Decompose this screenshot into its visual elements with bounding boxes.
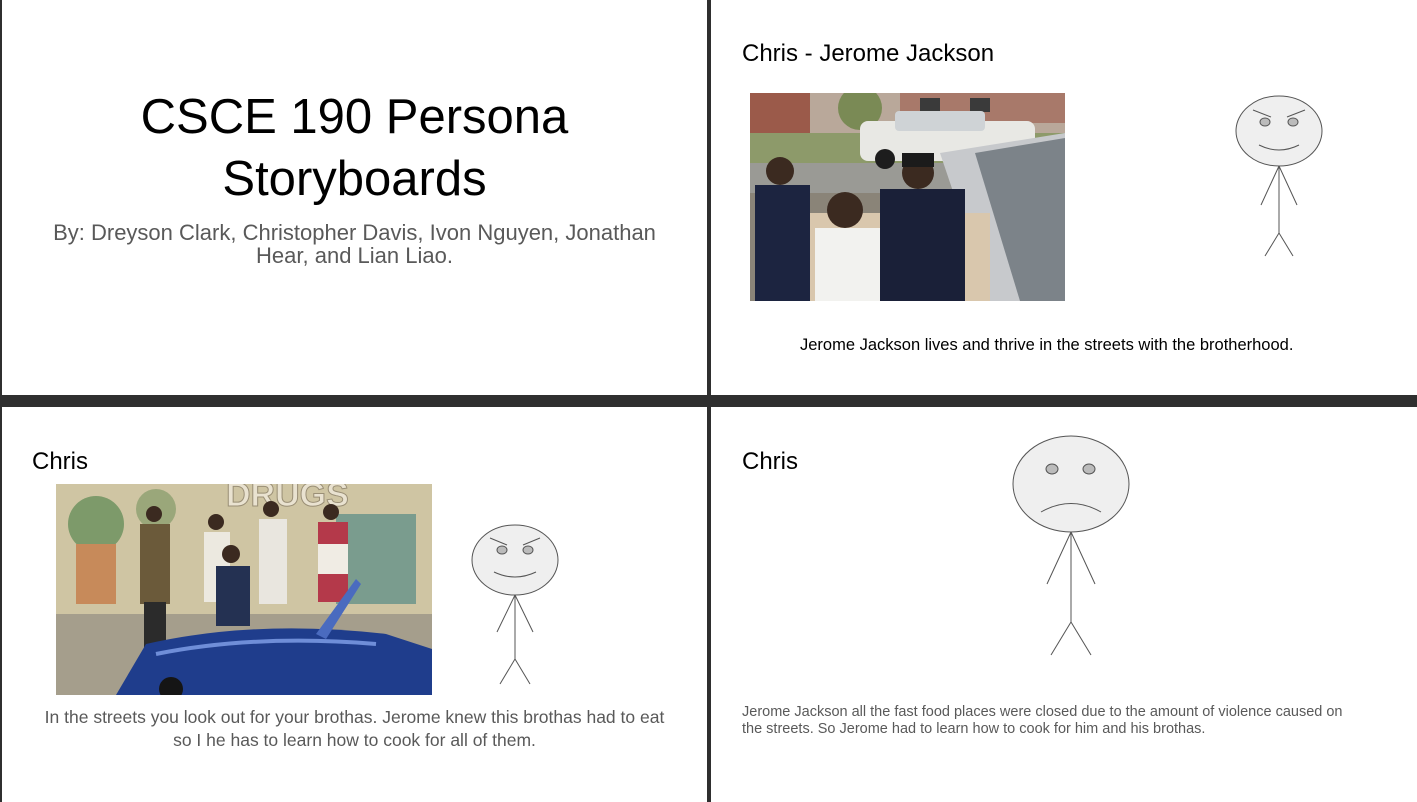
mural-group-photo: DRUGS (56, 484, 432, 695)
slide-heading: Chris (742, 448, 799, 475)
slide-jerome-intro[interactable]: Chris - Jerome Jackson Jerome Jackson li… (711, 0, 1417, 395)
slide-cooking[interactable]: Chris Jerome Jackson all the fast food p… (711, 407, 1417, 802)
slide-caption: Jerome Jackson all the fast food places … (742, 704, 1402, 738)
caption-line-1: Jerome Jackson all the fast food places … (742, 704, 1343, 720)
title-slide[interactable]: CSCE 190 Persona Storyboards By: Dreyson… (2, 0, 707, 395)
caption-line-1: In the streets you look out for your bro… (44, 707, 665, 727)
slide-streets[interactable]: Chris DRUGS In the streets you look out … (2, 407, 707, 802)
sad-stick-figure-icon (1012, 435, 1130, 656)
smug-stick-figure-icon (471, 524, 559, 685)
slide-caption: In the streets you look out for your bro… (22, 706, 687, 752)
presentation-title: CSCE 190 Persona Storyboards (2, 86, 707, 210)
slide-heading: Chris - Jerome Jackson (742, 40, 995, 67)
angry-stick-figure-icon (1235, 95, 1323, 257)
title-line-2: Storyboards (222, 152, 487, 206)
car-photo (750, 93, 1065, 301)
caption-line-2: the streets. So Jerome had to learn how … (742, 721, 1206, 737)
slide-caption: Jerome Jackson lives and thrive in the s… (800, 336, 1294, 354)
presentation-subtitle: By: Dreyson Clark, Christopher Davis, Iv… (22, 221, 687, 267)
slide-heading: Chris (32, 448, 89, 475)
title-line-1: CSCE 190 Persona (140, 90, 569, 144)
caption-line-2: so I he has to learn how to cook for all… (173, 730, 536, 750)
subtitle-line-2: Hear, and Lian Liao. (256, 243, 453, 268)
subtitle-line-1: By: Dreyson Clark, Christopher Davis, Iv… (53, 220, 656, 245)
